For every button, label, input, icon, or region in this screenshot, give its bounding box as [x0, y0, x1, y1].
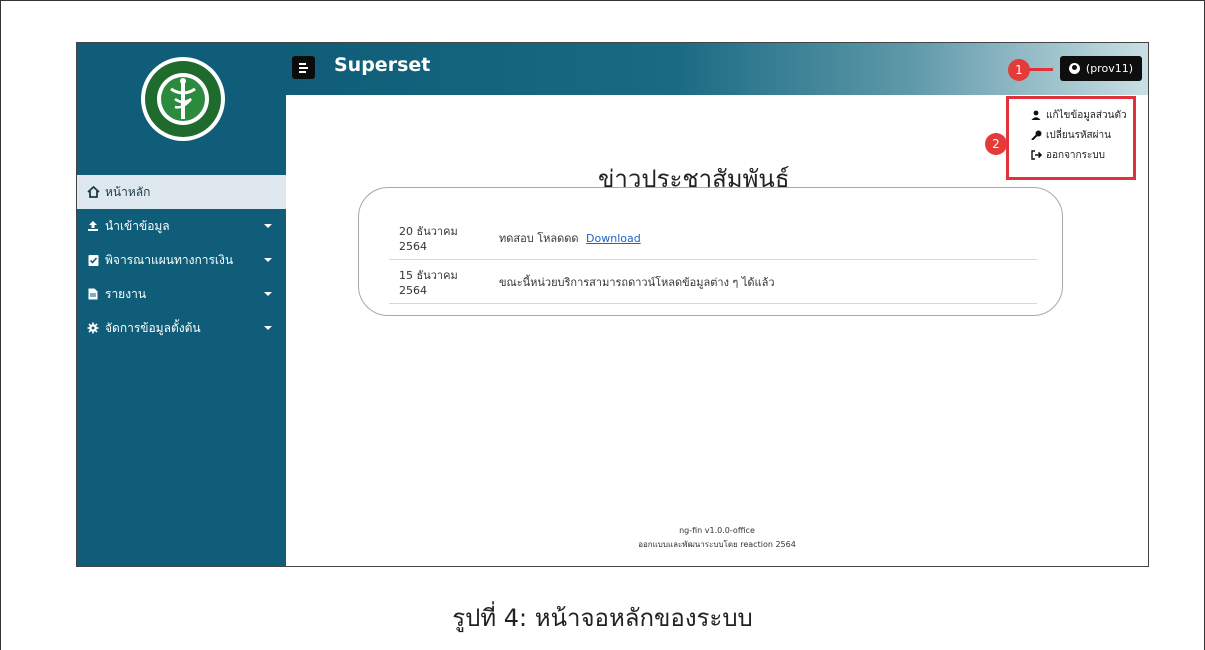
footer: ng-fin v1.0.0-office ออกแบบและพัฒนาระบบโ…: [286, 524, 1148, 552]
sidebar-item-label: หน้าหลัก: [105, 184, 151, 199]
sidebar-menu: หน้าหลัก นำเข้าข้อมูล พิจารณาแผนทางการเง…: [77, 175, 286, 345]
news-date: 15 ธันวาคม 2564: [389, 259, 489, 304]
sidebar-item-home[interactable]: หน้าหลัก: [77, 175, 286, 209]
sidebar-item-label: นำเข้าข้อมูล: [105, 218, 170, 233]
chevron-down-icon: [264, 292, 272, 296]
sidebar-item-financial-plan[interactable]: พิจารณาแผนทางการเงิน: [77, 243, 286, 277]
news-text-label: ทดสอบ โหลดดด: [499, 231, 579, 245]
download-link[interactable]: Download: [586, 232, 641, 245]
annotation-highlight-box: [1006, 96, 1136, 180]
chevron-down-icon: [264, 326, 272, 330]
annotation-connector: [1029, 68, 1053, 71]
chevron-down-icon: [264, 224, 272, 228]
sidebar-toggle-button[interactable]: [292, 56, 315, 79]
file-icon: [85, 287, 101, 301]
news-card: 20 ธันวาคม 2564 ทดสอบ โหลดดด Download 15…: [358, 187, 1063, 316]
user-menu-button[interactable]: (prov11): [1059, 56, 1142, 81]
annotation-badge-1: 1: [1008, 59, 1030, 81]
ministry-logo: [139, 55, 227, 143]
footer-credit: ออกแบบและพัฒนาระบบโดย reaction 2564: [638, 540, 796, 549]
sidebar-item-import[interactable]: นำเข้าข้อมูล: [77, 209, 286, 243]
user-label: (prov11): [1085, 62, 1133, 75]
news-text: ขณะนี้หน่วยบริการสามารถดาวน์โหลดข้อมูลต่…: [489, 259, 1037, 304]
news-date: 20 ธันวาคม 2564: [389, 216, 489, 260]
sidebar-item-label: พิจารณาแผนทางการเงิน: [105, 252, 234, 267]
footer-version: ng-fin v1.0.0-office: [679, 526, 755, 535]
table-row: 15 ธันวาคม 2564 ขณะนี้หน่วยบริการสามารถด…: [389, 259, 1037, 304]
table-row: 20 ธันวาคม 2564 ทดสอบ โหลดดด Download: [389, 216, 1037, 260]
app-screenshot: หน้าหลัก นำเข้าข้อมูล พิจารณาแผนทางการเง…: [76, 42, 1149, 567]
sidebar: หน้าหลัก นำเข้าข้อมูล พิจารณาแผนทางการเง…: [77, 43, 286, 566]
upload-icon: [85, 219, 101, 233]
gear-icon: [85, 321, 101, 335]
sidebar-item-label: รายงาน: [105, 286, 147, 301]
news-table: 20 ธันวาคม 2564 ทดสอบ โหลดดด Download 15…: [389, 216, 1037, 304]
figure-caption: รูปที่ 4: หน้าจอหลักของระบบ: [452, 604, 753, 632]
home-icon: [85, 185, 101, 199]
sidebar-item-master-data[interactable]: จัดการข้อมูลตั้งต้น: [77, 311, 286, 345]
annotation-badge-2: 2: [985, 133, 1007, 155]
user-circle-icon: [1068, 63, 1080, 74]
sidebar-item-reports[interactable]: รายงาน: [77, 277, 286, 311]
news-text: ทดสอบ โหลดดด Download: [489, 216, 1037, 260]
clipboard-check-icon: [85, 253, 101, 267]
sidebar-item-label: จัดการข้อมูลตั้งต้น: [105, 320, 201, 335]
chevron-down-icon: [264, 258, 272, 262]
brand-title[interactable]: Superset: [334, 54, 430, 76]
